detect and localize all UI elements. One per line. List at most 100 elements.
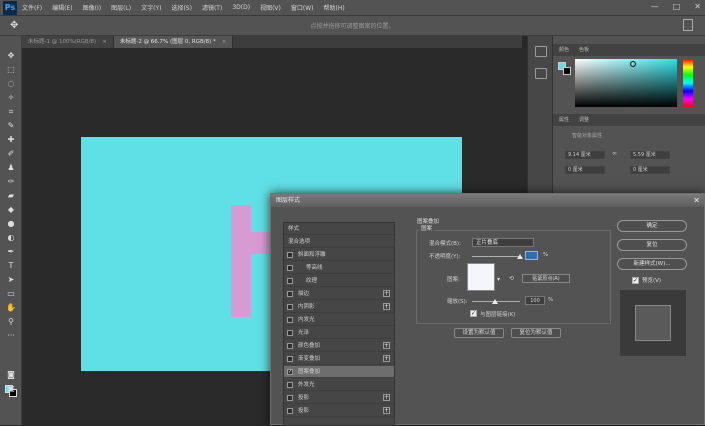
style-item[interactable]: ✓ 图案叠加 (284, 366, 394, 378)
lasso-icon[interactable]: ◌ (4, 78, 18, 90)
blend-mode-select[interactable]: 正片叠底 (472, 238, 534, 247)
magic-wand-icon[interactable]: ✧ (4, 92, 18, 104)
link-with-layer-checkbox[interactable]: ✓ (470, 310, 477, 317)
pattern-picker[interactable] (467, 263, 495, 291)
menu-type[interactable]: 文字(Y) (136, 3, 166, 12)
style-checkbox[interactable] (287, 265, 293, 271)
menu-view[interactable]: 视图(V) (255, 3, 286, 12)
menu-select[interactable]: 选择(S) (166, 3, 197, 12)
paint-bucket-icon[interactable]: ◆ (4, 204, 18, 216)
zoom-icon[interactable]: ⚲ (4, 316, 18, 328)
style-checkbox[interactable] (287, 343, 293, 349)
snap-to-origin-button[interactable]: 贴紧原点(A) (522, 274, 570, 283)
width-field[interactable]: 9.14 厘米 (565, 151, 605, 159)
menu-layer[interactable]: 图层(L) (106, 3, 136, 12)
hue-slider[interactable] (683, 59, 693, 107)
close-window-button[interactable]: ✕ (694, 2, 701, 11)
menu-edit[interactable]: 编辑(E) (47, 3, 77, 12)
tab-swatches[interactable]: 色板 (579, 46, 589, 53)
style-item[interactable]: 斜面和浮雕 (284, 249, 394, 261)
type-icon[interactable]: T (4, 260, 18, 272)
preview-checkbox[interactable]: ✓ (632, 277, 639, 284)
style-item[interactable]: 外发光 (284, 379, 394, 391)
add-icon[interactable]: + (383, 290, 390, 297)
menu-file[interactable]: 文件(F) (17, 3, 47, 12)
style-item[interactable]: 等高线 (284, 262, 394, 274)
hand-icon[interactable]: ✋ (4, 302, 18, 314)
color-picker-cursor[interactable] (630, 61, 636, 67)
style-checkbox[interactable] (287, 408, 293, 414)
y-field[interactable]: 0 厘米 (630, 166, 670, 174)
scale-input[interactable]: 100 (525, 296, 545, 305)
opacity-slider[interactable] (472, 254, 523, 259)
marquee-icon[interactable]: ⬚ (4, 64, 18, 76)
add-icon[interactable]: + (383, 342, 390, 349)
opacity-input[interactable] (525, 251, 538, 260)
style-checkbox[interactable] (287, 304, 293, 310)
height-field[interactable]: 5.59 厘米 (630, 151, 670, 159)
menu-image[interactable]: 图像(I) (78, 3, 106, 12)
background-color-chip[interactable] (563, 67, 571, 75)
pen-icon[interactable]: ✒ (4, 246, 18, 258)
stamp-icon[interactable]: ♟ (4, 162, 18, 174)
close-icon[interactable]: × (222, 39, 227, 45)
x-field[interactable]: 0 厘米 (565, 166, 605, 174)
eyedropper-icon[interactable]: ✎ (4, 120, 18, 132)
color-field[interactable] (575, 59, 677, 107)
tab-document-2[interactable]: 未标题-2 @ 66.7% (图层 0, RGB/8) * × (113, 36, 234, 48)
style-checkbox[interactable] (287, 330, 293, 336)
style-item[interactable]: + 投影 (284, 405, 394, 417)
eraser-icon[interactable]: ▰ (4, 190, 18, 202)
history-icon[interactable] (535, 46, 547, 57)
style-item[interactable]: + 内阴影 (284, 301, 394, 313)
quick-mask-icon[interactable]: ◙ (4, 369, 18, 381)
slider-thumb[interactable] (517, 254, 523, 259)
style-item[interactable]: 光泽 (284, 327, 394, 339)
style-checkbox[interactable] (287, 291, 293, 297)
menu-3d[interactable]: 3D(D) (227, 4, 255, 11)
style-item[interactable]: 混合选项 (284, 236, 394, 248)
style-checkbox[interactable] (287, 356, 293, 362)
style-checkbox[interactable] (287, 252, 293, 258)
reset-default-button[interactable]: 复位为默认值 (511, 328, 561, 338)
more-tools-icon[interactable]: ··· (4, 330, 18, 342)
menu-window[interactable]: 窗口(W) (286, 3, 319, 12)
screen-mode-icon[interactable]: ▣ (4, 383, 18, 395)
slider-thumb[interactable] (492, 299, 498, 304)
minimize-button[interactable]: — (651, 2, 659, 11)
crop-icon[interactable]: ⌗ (4, 106, 18, 118)
tab-document-1[interactable]: 未标题-1 @ 100%(RGB/8) × (22, 36, 114, 48)
tab-properties[interactable]: 属性 (559, 116, 569, 123)
link-icon[interactable]: ∞ (612, 150, 617, 157)
new-style-button[interactable]: 新建样式(W)... (617, 258, 687, 270)
style-checkbox[interactable] (287, 382, 293, 388)
brush-icon[interactable]: ✐ (4, 148, 18, 160)
style-checkbox[interactable] (287, 317, 293, 323)
add-icon[interactable]: + (383, 394, 390, 401)
healing-icon[interactable]: ✚ (4, 134, 18, 146)
style-checkbox[interactable] (287, 278, 293, 284)
add-icon[interactable]: + (383, 303, 390, 310)
dodge-icon[interactable]: ◐ (4, 232, 18, 244)
new-preset-icon[interactable]: ⟲ (509, 275, 514, 282)
style-item[interactable]: 样式 (284, 223, 394, 235)
style-item[interactable]: + 描边 (284, 288, 394, 300)
history-brush-icon[interactable]: ✑ (4, 176, 18, 188)
3d-icon[interactable] (535, 68, 547, 79)
style-checkbox[interactable] (287, 395, 293, 401)
menu-help[interactable]: 帮助(H) (319, 3, 350, 12)
ok-button[interactable]: 确定 (617, 220, 687, 232)
path-selection-icon[interactable]: ➤ (4, 274, 18, 286)
blur-icon[interactable]: ● (4, 218, 18, 230)
close-icon[interactable]: × (102, 39, 107, 45)
style-item[interactable]: + 颜色叠加 (284, 340, 394, 352)
set-default-button[interactable]: 设置为默认值 (454, 328, 504, 338)
maximize-button[interactable]: □ (673, 2, 681, 11)
style-item[interactable]: 内发光 (284, 314, 394, 326)
style-item[interactable]: + 投影 (284, 392, 394, 404)
workspace-icon[interactable] (683, 19, 693, 31)
style-checkbox[interactable]: ✓ (287, 369, 293, 375)
add-icon[interactable]: + (383, 407, 390, 414)
close-icon[interactable]: ✕ (693, 194, 700, 207)
move-icon[interactable]: ✥ (4, 50, 18, 62)
